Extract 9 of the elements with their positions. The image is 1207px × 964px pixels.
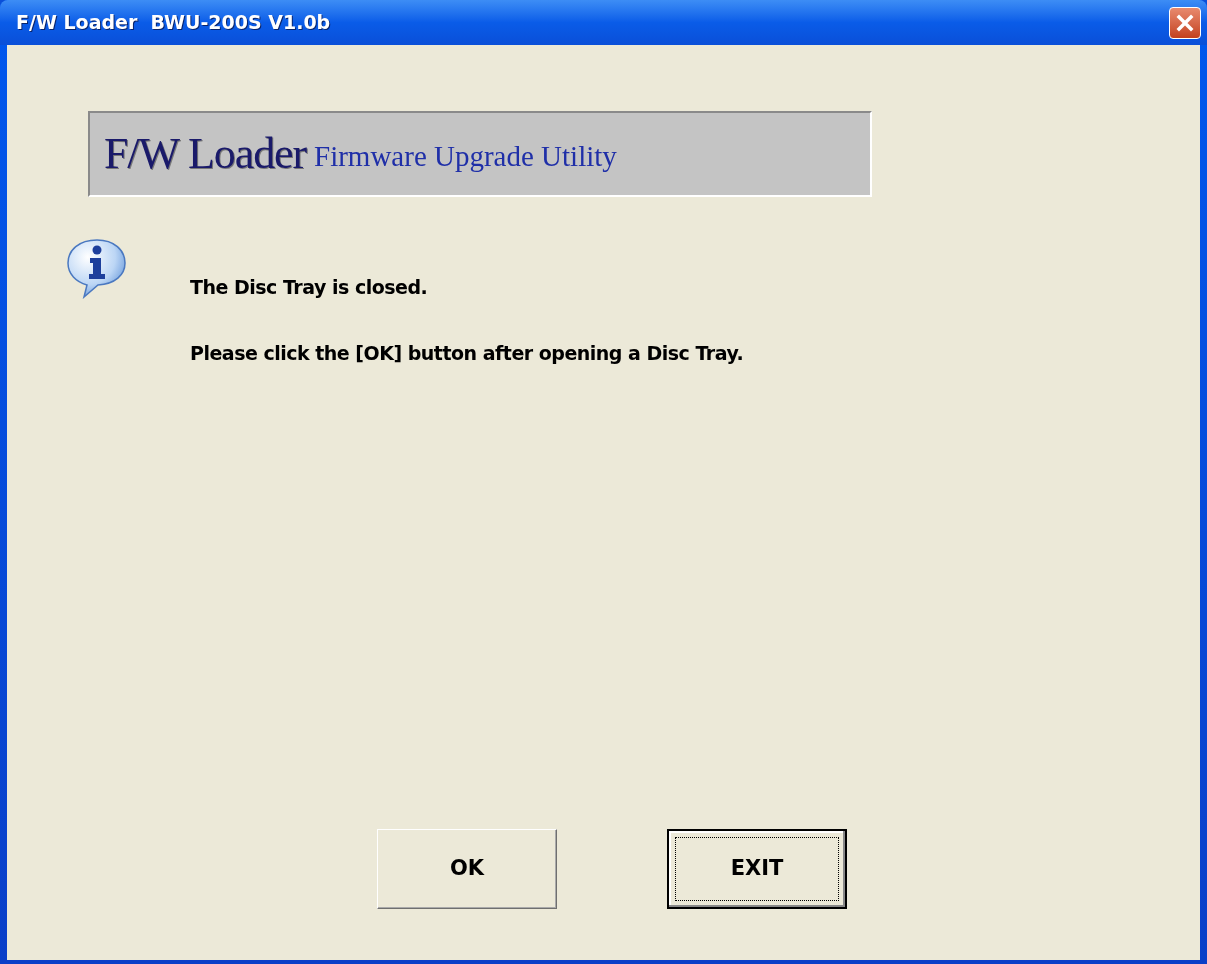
ok-button[interactable]: OK bbox=[377, 829, 557, 909]
close-button[interactable] bbox=[1169, 6, 1201, 39]
banner-title: F/W Loader bbox=[104, 128, 307, 180]
message-text: Please click the [OK] button after opening a Disc Tray. bbox=[190, 340, 744, 366]
exit-button[interactable]: EXIT bbox=[667, 829, 847, 909]
banner-subtitle: Firmware Upgrade Utility bbox=[314, 139, 617, 175]
window-title: F/W Loader BWU-200S V1.0b bbox=[16, 10, 331, 36]
close-icon bbox=[1176, 13, 1194, 32]
message-text: The Disc Tray is closed. bbox=[190, 275, 429, 300]
